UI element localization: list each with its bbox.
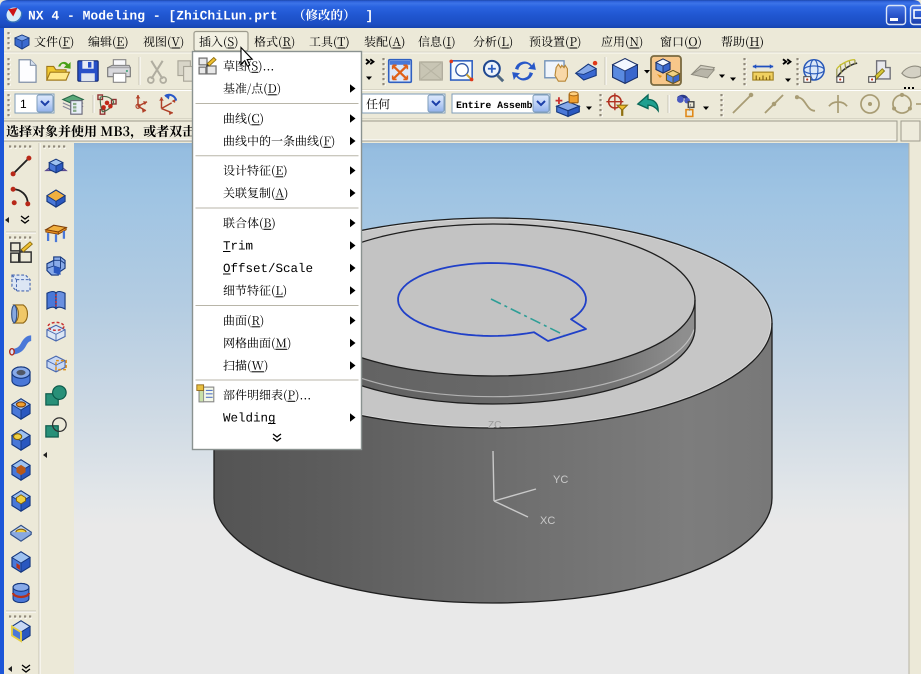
svg-text:YC: YC	[553, 474, 568, 486]
svg-text:ZC: ZC	[488, 420, 501, 431]
svg-text:XC: XC	[540, 515, 555, 527]
